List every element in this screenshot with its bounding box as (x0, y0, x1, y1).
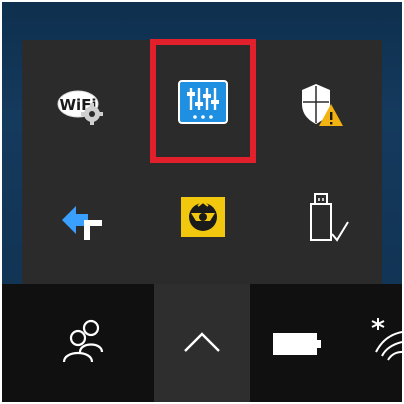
highlight-box (150, 39, 256, 163)
autodesk-icon[interactable] (180, 196, 226, 238)
wifi-charging-icon[interactable] (366, 312, 402, 374)
usb-eject-icon[interactable] (302, 190, 350, 250)
show-hidden-icons-tooltip: Show hidden icons (154, 284, 155, 285)
defender-warning-icon[interactable] (298, 82, 344, 130)
teamviewer-icon[interactable] (60, 200, 106, 242)
screen: WiFi (0, 0, 404, 404)
wifi-settings-icon[interactable]: WiFi (56, 86, 110, 126)
battery-icon[interactable] (272, 330, 324, 358)
chevron-up-icon (184, 332, 220, 352)
people-icon[interactable] (60, 318, 108, 364)
